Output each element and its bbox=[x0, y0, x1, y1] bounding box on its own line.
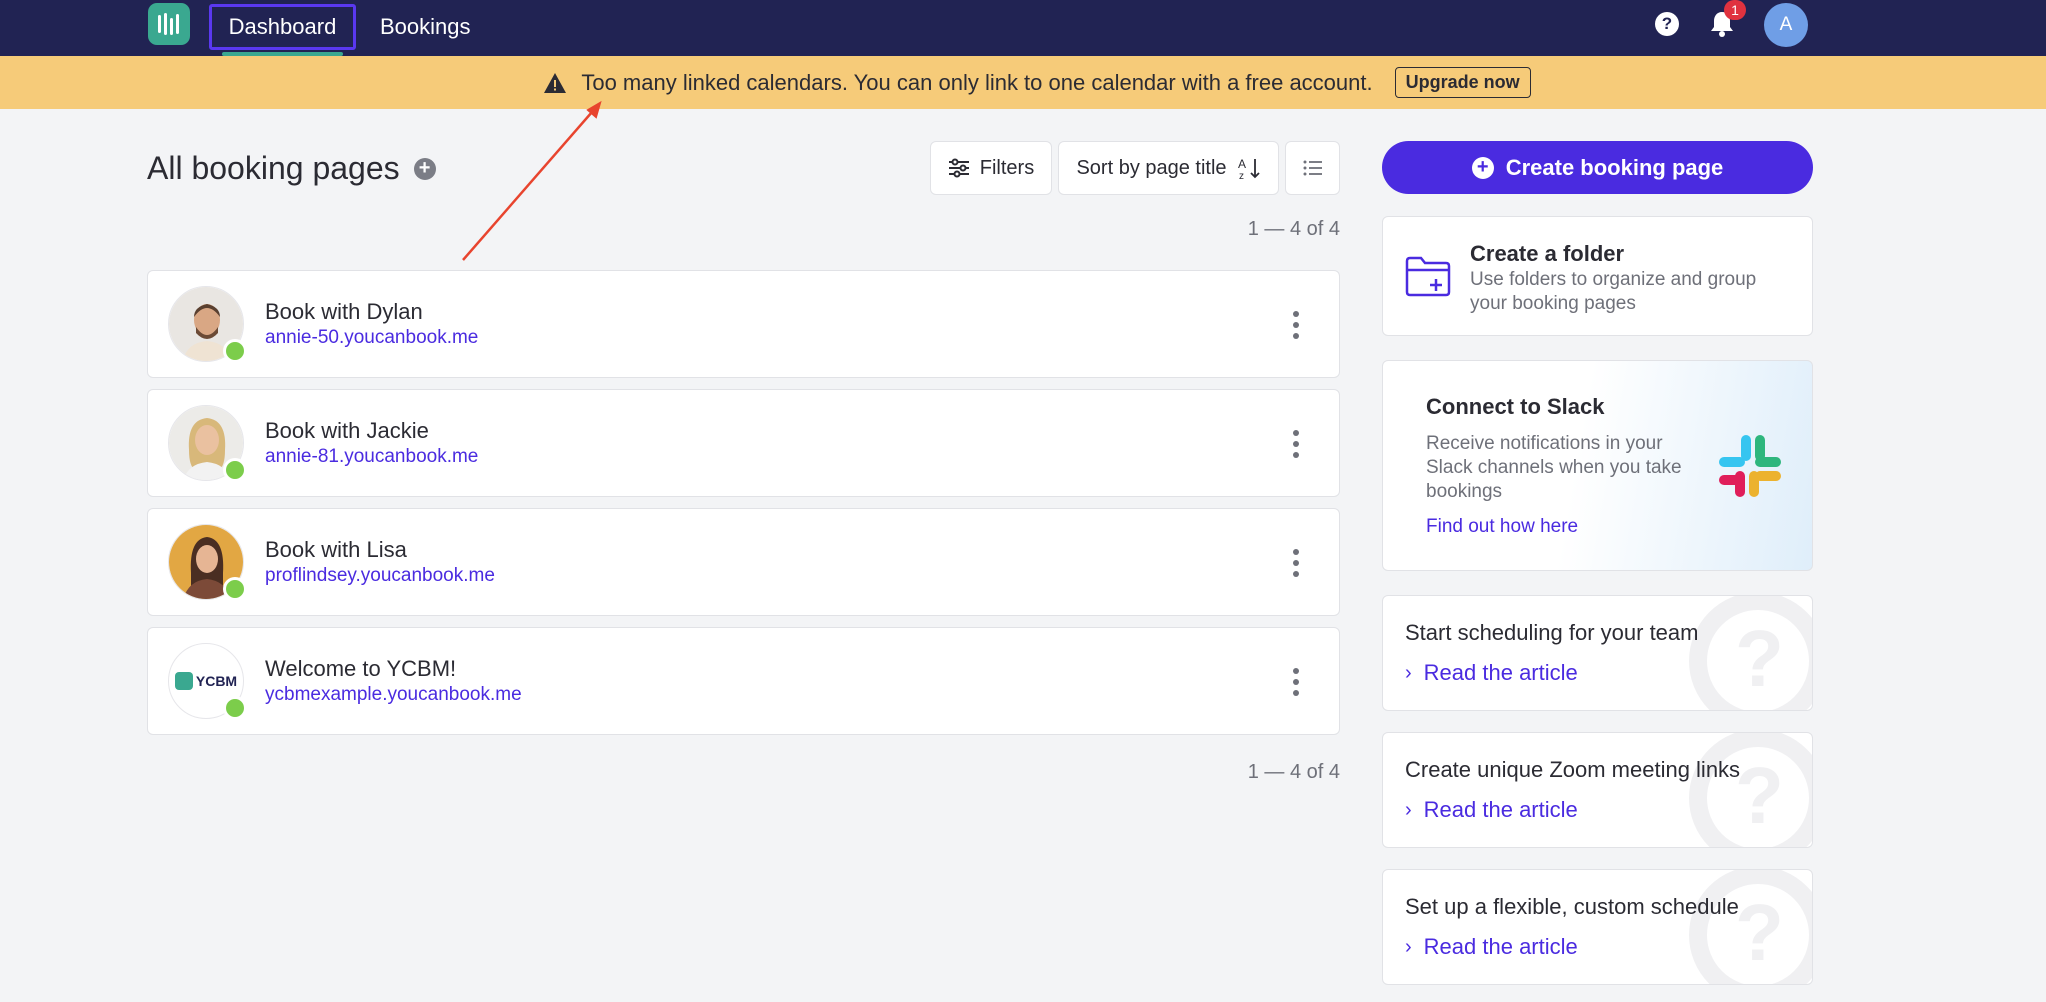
ycbm-logo-icon bbox=[158, 13, 179, 35]
booking-page-link[interactable]: annie-50.youcanbook.me bbox=[265, 327, 478, 349]
booking-page-link[interactable]: annie-81.youcanbook.me bbox=[265, 446, 478, 468]
more-options-icon[interactable] bbox=[1286, 430, 1306, 458]
pagination-count-bottom: 1 — 4 of 4 bbox=[1247, 761, 1340, 783]
ycbm-logo[interactable] bbox=[148, 3, 190, 45]
svg-text:z: z bbox=[1239, 171, 1244, 180]
svg-text:?: ? bbox=[1735, 751, 1784, 840]
sort-button[interactable]: Sort by page title A z bbox=[1058, 141, 1279, 195]
booking-page-title: Book with Lisa bbox=[265, 537, 407, 562]
top-navbar: Dashboard Bookings ? 1 A bbox=[0, 0, 2046, 56]
ycbm-mark-icon bbox=[174, 672, 193, 690]
svg-text:A: A bbox=[1238, 157, 1246, 171]
read-article-link[interactable]: › Read the article bbox=[1405, 797, 1578, 823]
question-watermark-icon: ? bbox=[1689, 596, 1812, 710]
user-avatar[interactable]: A bbox=[1764, 3, 1808, 47]
more-options-icon[interactable] bbox=[1286, 549, 1306, 577]
svg-text:?: ? bbox=[1735, 888, 1784, 977]
sliders-icon bbox=[948, 158, 969, 178]
tab-dashboard[interactable]: Dashboard bbox=[209, 4, 356, 56]
booking-page-title: Welcome to YCBM! bbox=[265, 656, 457, 681]
page-title: All booking pages + bbox=[147, 150, 436, 187]
filters-label: Filters bbox=[979, 156, 1035, 179]
ycbm-wordmark: YCBM bbox=[195, 673, 238, 689]
article-title: Start scheduling for your team bbox=[1405, 620, 1699, 645]
booking-page-link[interactable]: ycbmexample.youcanbook.me bbox=[265, 684, 522, 706]
upgrade-now-button[interactable]: Upgrade now bbox=[1394, 67, 1531, 98]
folder-plus-icon bbox=[1405, 256, 1451, 297]
create-booking-page-button[interactable]: + Create booking page bbox=[1382, 141, 1813, 194]
pagination-count-top: 1 — 4 of 4 bbox=[1247, 218, 1340, 240]
chevron-right-icon: › bbox=[1405, 798, 1412, 821]
help-icon[interactable]: ? bbox=[1655, 12, 1679, 36]
more-options-icon[interactable] bbox=[1286, 311, 1306, 339]
more-options-icon[interactable] bbox=[1286, 668, 1306, 696]
sort-az-icon: A z bbox=[1238, 157, 1260, 180]
read-article-label: Read the article bbox=[1423, 660, 1578, 685]
booking-page-card[interactable]: Book with Dylan annie-50.youcanbook.me bbox=[147, 270, 1340, 378]
status-indicator bbox=[223, 458, 247, 482]
slack-find-out-link[interactable]: Find out how here bbox=[1426, 516, 1578, 538]
booking-page-title: Book with Jackie bbox=[265, 418, 429, 443]
slack-panel: Connect to Slack Receive notifications i… bbox=[1382, 360, 1813, 571]
folder-title: Create a folder bbox=[1470, 241, 1625, 266]
read-article-link[interactable]: › Read the article bbox=[1405, 660, 1578, 686]
list-icon bbox=[1303, 160, 1322, 176]
slack-title: Connect to Slack bbox=[1426, 394, 1605, 419]
chevron-right-icon: › bbox=[1405, 935, 1412, 958]
notification-badge: 1 bbox=[1724, 0, 1746, 20]
article-title: Create unique Zoom meeting links bbox=[1405, 757, 1741, 782]
create-booking-page-label: Create booking page bbox=[1505, 154, 1724, 180]
article-panel[interactable]: ? Start scheduling for your team › Read … bbox=[1382, 595, 1813, 711]
booking-page-title: Book with Dylan bbox=[265, 299, 423, 324]
read-article-label: Read the article bbox=[1423, 797, 1578, 822]
warning-icon bbox=[544, 72, 567, 93]
banner-message: Too many linked calendars. You can only … bbox=[581, 69, 1373, 95]
article-title: Set up a flexible, custom schedule bbox=[1405, 894, 1739, 919]
status-indicator bbox=[223, 339, 247, 363]
filters-button[interactable]: Filters bbox=[930, 141, 1052, 195]
article-panel[interactable]: ? Set up a flexible, custom schedule › R… bbox=[1382, 869, 1813, 985]
article-panel[interactable]: ? Create unique Zoom meeting links › Rea… bbox=[1382, 732, 1813, 848]
chevron-right-icon: › bbox=[1405, 661, 1412, 684]
question-watermark-icon: ? bbox=[1689, 870, 1812, 984]
booking-page-card[interactable]: Book with Lisa proflindsey.youcanbook.me bbox=[147, 508, 1340, 616]
status-indicator bbox=[223, 696, 247, 720]
plus-circle-icon: + bbox=[1471, 156, 1494, 179]
tab-bookings[interactable]: Bookings bbox=[364, 4, 487, 50]
add-page-icon[interactable]: + bbox=[413, 157, 436, 180]
warning-banner: Too many linked calendars. You can only … bbox=[0, 56, 2046, 109]
read-article-link[interactable]: › Read the article bbox=[1405, 934, 1578, 960]
booking-page-link[interactable]: proflindsey.youcanbook.me bbox=[265, 565, 495, 587]
page-title-text: All booking pages bbox=[147, 150, 400, 186]
booking-page-card[interactable]: Book with Jackie annie-81.youcanbook.me bbox=[147, 389, 1340, 497]
slack-icon bbox=[1719, 435, 1781, 497]
question-watermark-icon: ? bbox=[1689, 733, 1812, 847]
folder-description: Use folders to organize and group your b… bbox=[1470, 269, 1757, 314]
svg-text:?: ? bbox=[1735, 614, 1784, 703]
status-indicator bbox=[223, 577, 247, 601]
create-folder-panel[interactable]: Create a folder Use folders to organize … bbox=[1382, 216, 1813, 336]
slack-description: Receive notifications in your Slack chan… bbox=[1426, 433, 1682, 502]
sort-label: Sort by page title bbox=[1076, 156, 1227, 179]
booking-page-card[interactable]: YCBM Welcome to YCBM! ycbmexample.youcan… bbox=[147, 627, 1340, 735]
list-view-button[interactable] bbox=[1285, 141, 1340, 195]
read-article-label: Read the article bbox=[1423, 934, 1578, 959]
